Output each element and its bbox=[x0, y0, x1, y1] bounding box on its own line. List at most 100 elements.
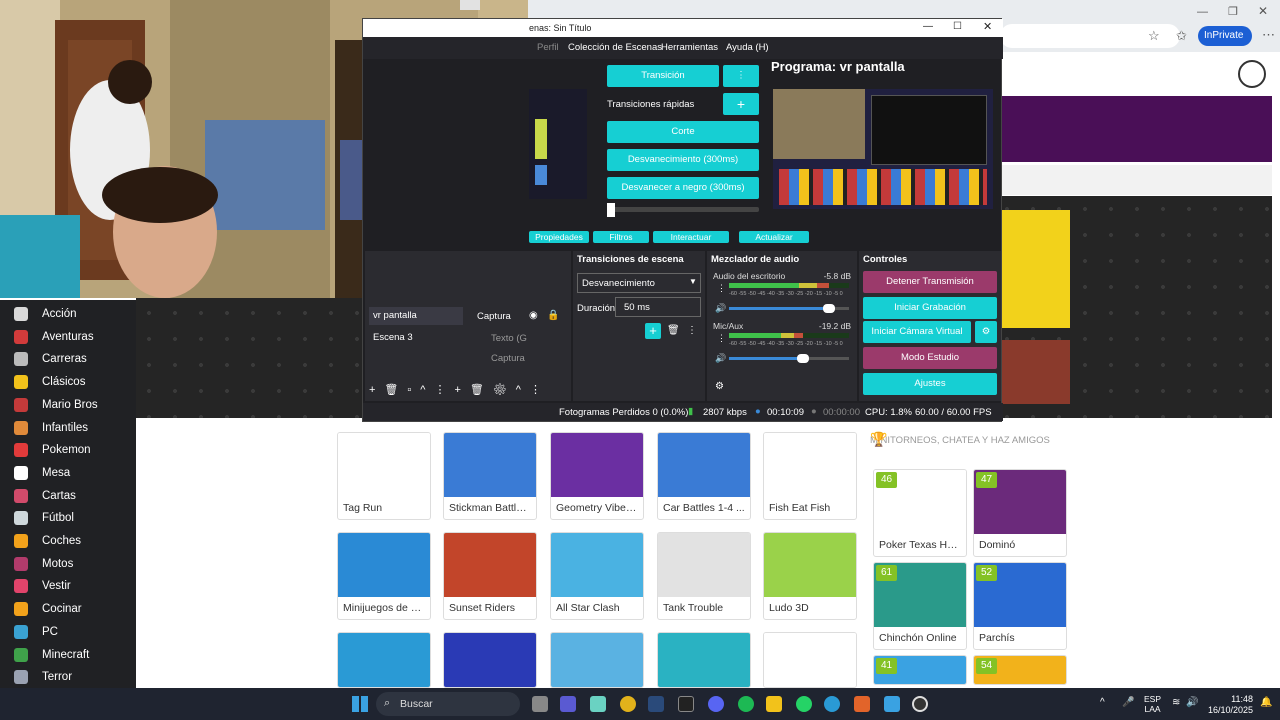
language-indicator[interactable]: ESP LAA bbox=[1144, 694, 1161, 714]
sidebar-item[interactable]: Clásicos bbox=[14, 372, 85, 392]
speaker-icon[interactable]: 🔊 bbox=[715, 353, 726, 364]
discord-icon[interactable] bbox=[708, 696, 724, 712]
sidebar-item[interactable]: Aventuras bbox=[14, 327, 94, 347]
eye-icon[interactable]: ◉ bbox=[529, 310, 538, 321]
star-icon[interactable]: ☆ bbox=[1148, 28, 1160, 44]
mic-icon[interactable]: 🎤 bbox=[1122, 697, 1134, 708]
transition-button[interactable]: Transición bbox=[607, 65, 719, 87]
virtual-camera-button[interactable]: Iniciar Cámara Virtual bbox=[863, 321, 971, 343]
sidebar-item[interactable]: Carreras bbox=[14, 349, 87, 369]
transition-select[interactable]: Desvanecimiento bbox=[577, 273, 701, 293]
menu-profile[interactable]: Perfil bbox=[537, 42, 559, 53]
game-card[interactable] bbox=[337, 632, 431, 688]
sidebar-item[interactable]: Mesa bbox=[14, 463, 70, 483]
sidebar-item[interactable]: PC bbox=[14, 622, 58, 642]
quick-transition-fade-black[interactable]: Desvanecer a negro (300ms) bbox=[607, 177, 759, 199]
obs-maximize-icon[interactable]: ☐ bbox=[953, 21, 962, 32]
source-item[interactable]: Texto (G bbox=[491, 333, 527, 344]
game-card[interactable]: Tag Run bbox=[337, 432, 431, 520]
epic-games-icon[interactable] bbox=[678, 696, 694, 712]
windows-start-icon[interactable] bbox=[352, 696, 368, 712]
menu-help[interactable]: Ayuda (H) bbox=[726, 42, 769, 53]
slider-handle[interactable] bbox=[797, 354, 810, 363]
edge-icon[interactable] bbox=[824, 696, 840, 712]
game-card[interactable]: Geometry Vibes... bbox=[550, 432, 644, 520]
steam-icon[interactable] bbox=[648, 696, 664, 712]
obs-minimize-icon[interactable]: — bbox=[923, 21, 933, 32]
game-card[interactable] bbox=[443, 632, 537, 688]
sidebar-item[interactable]: Minecraft bbox=[14, 645, 89, 665]
sidebar-item[interactable]: Vestir bbox=[14, 576, 71, 596]
slider-handle[interactable] bbox=[822, 304, 835, 313]
game-card[interactable] bbox=[763, 632, 857, 688]
close-icon[interactable]: ✕ bbox=[1258, 4, 1268, 18]
stop-stream-button[interactable]: Detener Transmisión bbox=[863, 271, 997, 293]
copilot-icon[interactable] bbox=[590, 696, 606, 712]
quick-transition-cut[interactable]: Corte bbox=[607, 121, 759, 143]
duration-input[interactable]: 50 ms bbox=[615, 297, 701, 317]
notifications-icon[interactable]: 🔔 bbox=[1260, 697, 1272, 708]
add-quick-transition-icon[interactable]: + bbox=[723, 93, 759, 115]
obs-icon[interactable] bbox=[912, 696, 928, 712]
favorites-icon[interactable]: ✩ bbox=[1176, 28, 1187, 44]
social-game-card[interactable]: 41 bbox=[873, 655, 967, 685]
sidebar-item[interactable]: Cocinar bbox=[14, 599, 82, 619]
virtual-camera-settings-icon[interactable]: ⚙ bbox=[975, 321, 997, 343]
obs-close-icon[interactable]: ✕ bbox=[983, 20, 992, 33]
whatsapp-icon[interactable] bbox=[796, 696, 812, 712]
tbar-handle[interactable] bbox=[607, 203, 615, 217]
game-card[interactable] bbox=[657, 632, 751, 688]
sidebar-item[interactable]: Pokemon bbox=[14, 440, 91, 460]
sidebar-item[interactable]: Motos bbox=[14, 554, 73, 574]
sidebar-item[interactable]: Acción bbox=[14, 304, 77, 324]
game-card[interactable]: Tank Trouble bbox=[657, 532, 751, 620]
spotify-icon[interactable] bbox=[738, 696, 754, 712]
app-icon[interactable] bbox=[884, 696, 900, 712]
menu-scene-collection[interactable]: Colección de Escenas bbox=[568, 42, 662, 53]
social-game-card[interactable]: 61 Chinchón Online bbox=[873, 562, 967, 650]
game-card[interactable]: Fish Eat Fish bbox=[763, 432, 857, 520]
speaker-icon[interactable]: 🔊 bbox=[715, 303, 726, 314]
chrome-icon[interactable] bbox=[620, 696, 636, 712]
source-item[interactable]: Captura bbox=[491, 353, 525, 364]
game-card[interactable]: Sunset Riders bbox=[443, 532, 537, 620]
more-icon[interactable]: ⋮ bbox=[687, 325, 697, 336]
volume-slider[interactable] bbox=[729, 354, 849, 363]
filters-button[interactable]: Filtros bbox=[593, 231, 649, 243]
social-game-card[interactable]: 46 Poker Texas Hol... bbox=[873, 469, 967, 557]
mixer-settings-icon[interactable]: ⚙ bbox=[715, 381, 724, 392]
game-card[interactable]: Stickman Battle ... bbox=[443, 432, 537, 520]
tbar-slider[interactable] bbox=[607, 207, 759, 212]
wifi-icon[interactable]: ≋ bbox=[1172, 697, 1180, 708]
sidebar-item[interactable]: Coches bbox=[14, 531, 81, 551]
scene-item[interactable]: Escena 3 bbox=[369, 329, 417, 346]
refresh-button[interactable]: Actualizar bbox=[739, 231, 809, 243]
sidebar-item[interactable]: Terror bbox=[14, 667, 72, 687]
game-card[interactable]: All Star Clash bbox=[550, 532, 644, 620]
social-game-card[interactable]: 47 Dominó bbox=[973, 469, 1067, 557]
teams-icon[interactable] bbox=[560, 696, 576, 712]
task-view-icon[interactable] bbox=[532, 696, 548, 712]
channel-menu-icon[interactable]: ⋮ bbox=[717, 283, 726, 294]
volume-slider[interactable] bbox=[729, 304, 849, 313]
more-icon[interactable]: ⋯ bbox=[1262, 27, 1275, 43]
source-item[interactable]: Captura bbox=[477, 311, 511, 322]
preview-canvas[interactable] bbox=[529, 89, 587, 199]
sidebar-item[interactable]: Cartas bbox=[14, 486, 76, 506]
volume-icon[interactable]: 🔊 bbox=[1186, 697, 1198, 708]
lock-icon[interactable]: 🔒 bbox=[547, 310, 559, 321]
game-card[interactable]: Minijuegos de 2,... bbox=[337, 532, 431, 620]
scene-item-selected[interactable]: vr pantalla bbox=[369, 307, 463, 325]
interact-button[interactable]: Interactuar bbox=[653, 231, 729, 243]
minimize-icon[interactable]: — bbox=[1197, 6, 1208, 18]
quick-transition-fade[interactable]: Desvanecimiento (300ms) bbox=[607, 149, 759, 171]
studio-mode-button[interactable]: Modo Estudio bbox=[863, 347, 997, 369]
trash-icon[interactable]: 🗑 bbox=[667, 325, 680, 336]
social-game-card[interactable]: 52 Parchís bbox=[973, 562, 1067, 650]
sidebar-item[interactable]: Mario Bros bbox=[14, 395, 98, 415]
taskbar-search[interactable]: Buscar bbox=[376, 692, 520, 716]
game-card[interactable]: Ludo 3D bbox=[763, 532, 857, 620]
social-game-card[interactable]: 54 bbox=[973, 655, 1067, 685]
tray-chevron-icon[interactable]: ^ bbox=[1100, 697, 1105, 708]
clock[interactable]: 11:48 16/10/2025 bbox=[1205, 694, 1253, 716]
